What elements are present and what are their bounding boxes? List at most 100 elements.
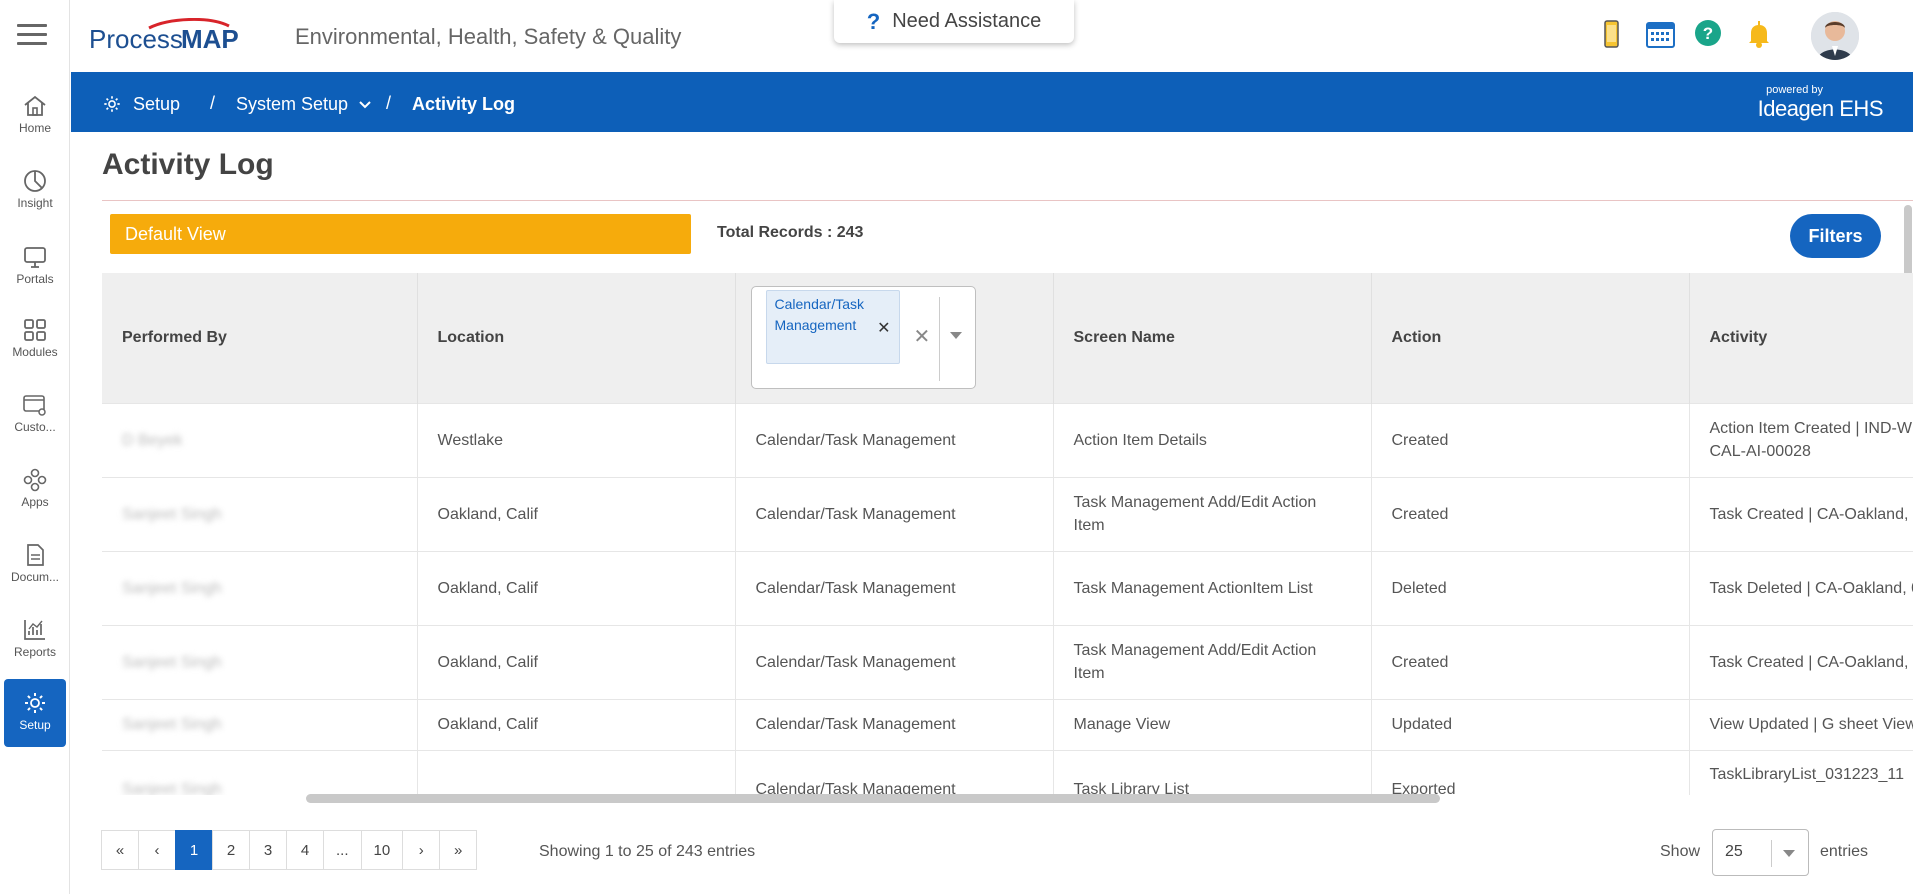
- entries-label: entries: [1820, 843, 1869, 860]
- insight-icon: [24, 170, 46, 192]
- portals-icon: [24, 247, 46, 268]
- app-title: Environmental, Health, Safety & Quality: [295, 24, 682, 49]
- cell-activity: TaskLibraryList_031223_11: [1689, 749, 1913, 795]
- sidebar-item-label: Setup: [19, 718, 51, 732]
- page-button-3[interactable]: 3: [249, 830, 287, 870]
- cell-action: Deleted: [1371, 550, 1690, 625]
- page-button-4[interactable]: 4: [286, 830, 324, 870]
- cell-activity: Task Deleted | CA-Oakland, 00116: [1689, 550, 1913, 625]
- cell-activity: Task Created | CA-Oakland, 00117: [1689, 476, 1913, 551]
- sidebar-item-reports[interactable]: Reports: [4, 606, 66, 674]
- page-ellipsis: ...: [323, 830, 362, 870]
- sidebar-item-modules[interactable]: Modules: [4, 306, 66, 374]
- chip-remove-icon[interactable]: ✕: [877, 318, 890, 339]
- cell-module: Calendar/Task Management: [735, 698, 1054, 750]
- sidebar-item-custom[interactable]: Custo...: [4, 381, 66, 449]
- sidebar-item-home[interactable]: Home: [4, 82, 66, 150]
- help-icon[interactable]: ?: [1693, 18, 1725, 50]
- cell-activity: View Updated | G sheet View: [1689, 698, 1913, 750]
- pagination: « ‹ 1 2 3 4 ... 10 › »: [101, 830, 478, 870]
- page-button-10[interactable]: 10: [360, 830, 404, 870]
- cell-location: Westlake: [417, 402, 736, 477]
- sidebar-item-insight[interactable]: Insight: [4, 157, 66, 225]
- default-view-selector[interactable]: Default View: [110, 214, 691, 254]
- ideagen-ehs-logo: Ideagen EHS: [1757, 96, 1884, 121]
- breadcrumb-system-setup[interactable]: System Setup: [236, 94, 348, 115]
- cell-performed-by: Sanjeet Singh: [102, 624, 418, 699]
- gear-icon: [25, 693, 45, 713]
- table-row[interactable]: Sanjeet Singh Oakland, Calif Calendar/Ta…: [102, 698, 1913, 750]
- sidebar-item-label: Apps: [21, 495, 49, 509]
- table-row[interactable]: Sanjeet Singh Oakland, Calif Calendar/Ta…: [102, 476, 1913, 551]
- page-prev-button[interactable]: ‹: [138, 830, 176, 870]
- sidebar-item-label: Insight: [17, 196, 53, 210]
- left-sidebar: Home Insight Portals Modules Custo... Ap…: [0, 0, 70, 894]
- sidebar-item-label: Custo...: [14, 420, 56, 434]
- cell-screen-name: Manage View: [1053, 698, 1372, 750]
- cell-action: Exported: [1371, 749, 1690, 795]
- cell-location: [417, 749, 736, 795]
- page-size-select[interactable]: 25: [1712, 829, 1809, 876]
- cell-performed-by: Sanjeet Singh: [102, 749, 418, 795]
- cell-location: Oakland, Calif: [417, 550, 736, 625]
- powered-by-label: powered by: [1766, 84, 1823, 96]
- page-button-1[interactable]: 1: [175, 830, 213, 870]
- horizontal-scrollbar[interactable]: [306, 794, 1440, 803]
- processmap-logo[interactable]: Process MAP: [89, 18, 249, 54]
- column-header-module-filter: Calendar/Task Management ✕ ✕: [735, 273, 1054, 403]
- caret-down-icon: [1783, 850, 1795, 857]
- sidebar-item-documents[interactable]: Docum...: [4, 531, 66, 599]
- modules-icon: [24, 319, 46, 341]
- cell-performed-by: D Beyek: [102, 402, 418, 477]
- calendar-icon[interactable]: [1644, 18, 1676, 50]
- sidebar-item-label: Home: [18, 121, 51, 135]
- page-first-button[interactable]: «: [101, 830, 139, 870]
- user-avatar[interactable]: [1811, 12, 1859, 60]
- cell-screen-name: Task Library List: [1053, 749, 1372, 795]
- show-label: Show: [1660, 843, 1701, 860]
- clear-filter-icon[interactable]: ✕: [914, 324, 931, 349]
- page-button-2[interactable]: 2: [212, 830, 250, 870]
- table-header-row: Performed By Location Calendar/Task Mana…: [102, 273, 1913, 403]
- column-header-location[interactable]: Location: [417, 273, 736, 403]
- mobile-phone-icon[interactable]: [1595, 18, 1627, 50]
- cell-module: Calendar/Task Management: [735, 476, 1054, 551]
- cell-screen-name: Task Management ActionItem List: [1053, 550, 1372, 625]
- cell-performed-by: Sanjeet Singh: [102, 698, 418, 750]
- table-row[interactable]: Sanjeet Singh Oakland, Calif Calendar/Ta…: [102, 550, 1913, 625]
- table-row[interactable]: D Beyek Westlake Calendar/Task Managemen…: [102, 402, 1913, 477]
- breadcrumb-current: Activity Log: [412, 94, 516, 114]
- column-header-performed-by[interactable]: Performed By: [102, 273, 418, 403]
- cell-activity: Task Created | CA-Oakland, 00116: [1689, 624, 1913, 699]
- page-last-button[interactable]: »: [439, 830, 478, 870]
- need-assistance-button[interactable]: ? Need Assistance: [834, 0, 1074, 43]
- cell-location: Oakland, Calif: [417, 624, 736, 699]
- document-icon: [27, 544, 44, 566]
- cell-activity: Action Item Created | IND-W 2023-CAL-AI-…: [1689, 402, 1913, 477]
- chevron-down-icon[interactable]: [358, 98, 372, 116]
- top-header: Process MAP Environmental, Health, Safet…: [71, 0, 1913, 72]
- column-header-screen-name[interactable]: Screen Name: [1053, 273, 1372, 403]
- hamburger-menu-icon[interactable]: [17, 24, 47, 46]
- cell-module: Calendar/Task Management: [735, 624, 1054, 699]
- powered-by-ideagen: powered by Ideagen EHS: [1757, 84, 1884, 122]
- filters-button[interactable]: Filters: [1790, 214, 1881, 258]
- cell-screen-name: Task Management Add/Edit Action Item: [1053, 476, 1372, 551]
- caret-down-icon[interactable]: [949, 332, 962, 340]
- reports-icon: [24, 620, 45, 640]
- bell-icon[interactable]: [1743, 18, 1775, 50]
- column-header-action[interactable]: Action: [1371, 273, 1690, 403]
- sidebar-item-setup[interactable]: Setup: [4, 679, 66, 747]
- svg-text:MAP: MAP: [181, 24, 239, 54]
- apps-icon: [23, 468, 47, 492]
- sidebar-item-apps[interactable]: Apps: [4, 456, 66, 524]
- module-filter-select[interactable]: Calendar/Task Management ✕ ✕: [750, 286, 976, 390]
- breadcrumb-setup[interactable]: Setup: [133, 94, 180, 115]
- home-icon: [24, 95, 46, 116]
- page-next-button[interactable]: ›: [402, 830, 441, 870]
- table-row[interactable]: Sanjeet Singh Calendar/Task Management T…: [102, 749, 1913, 795]
- column-header-activity[interactable]: Activity: [1689, 273, 1913, 403]
- cell-performed-by: Sanjeet Singh: [102, 550, 418, 625]
- sidebar-item-portals[interactable]: Portals: [4, 233, 66, 301]
- table-row[interactable]: Sanjeet Singh Oakland, Calif Calendar/Ta…: [102, 624, 1913, 699]
